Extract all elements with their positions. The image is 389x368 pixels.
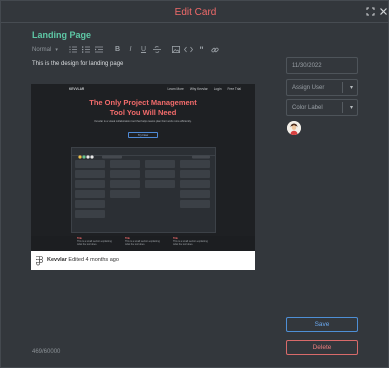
preview-nav-links: Learn More Why Kevvlar Login Free Trial (168, 87, 241, 91)
dialog-header: Edit Card (1, 1, 389, 23)
edit-card-dialog: Edit Card Landing Page Normal ▾ B I U " … (0, 0, 389, 368)
attachment-source-text: Kevvlar Edited 4 months ago (47, 257, 119, 263)
editor-toolbar: Normal ▾ B I U " (32, 44, 221, 55)
preview-nav-link: Why Kevvlar (189, 87, 208, 91)
preview-board-topbar (72, 148, 215, 159)
save-button[interactable]: Save (286, 317, 358, 332)
link-icon[interactable] (208, 45, 221, 55)
preview-feature-text: This is a small section explaining what … (173, 240, 208, 246)
attachment-preview-image[interactable]: KEVVLAR Learn More Why Kevvlar Login Fre… (31, 84, 255, 270)
preview-cta-button: Try Now (128, 132, 158, 138)
preview-kanban-board (71, 147, 216, 233)
preview-headline-1: The Only Project Management (89, 98, 197, 107)
expand-icon[interactable] (365, 7, 375, 17)
ordered-list-icon[interactable] (66, 45, 79, 55)
chevron-down-icon: ▾ (349, 85, 353, 91)
preview-navbar: KEVVLAR Learn More Why Kevvlar Login Fre… (31, 84, 255, 94)
preview-brand: KEVVLAR (69, 87, 85, 91)
underline-icon[interactable]: U (137, 45, 150, 55)
avatar[interactable] (287, 121, 301, 135)
preview-nav-link: Learn More (167, 87, 184, 91)
delete-button[interactable]: Delete (286, 340, 358, 355)
character-count: 469/60000 (32, 349, 61, 355)
quote-icon[interactable]: " (195, 45, 208, 55)
attachment-source-name: Kevvlar (47, 257, 67, 263)
preview-board-column (75, 160, 105, 230)
attachment-source-bar[interactable]: Kevvlar Edited 4 months ago (31, 251, 255, 270)
color-label-select[interactable]: Color Label ▾ (286, 99, 358, 116)
indent-icon[interactable] (92, 45, 105, 55)
bold-icon[interactable]: B (111, 45, 124, 55)
preview-board-column (180, 160, 210, 230)
preview-feature-text: This is a small section explaining what … (77, 240, 112, 246)
card-title[interactable]: Landing Page (32, 30, 91, 40)
preview-headline-2: Tool You Will Need (109, 108, 177, 117)
code-icon[interactable] (182, 45, 195, 55)
dialog-title: Edit Card (174, 7, 217, 18)
card-description[interactable]: This is the design for landing page (32, 61, 123, 67)
strikethrough-icon[interactable] (150, 45, 163, 55)
preview-subtext: Kevvlar is a visual collaboration tool t… (94, 120, 192, 123)
preview-feature-text: This is a small section explaining what … (125, 240, 160, 246)
italic-icon[interactable]: I (124, 45, 137, 55)
assign-user-label: Assign User (292, 85, 325, 91)
chevron-down-icon: ▾ (349, 105, 353, 111)
preview-nav-link: Free Trial (227, 87, 241, 91)
text-style-value: Normal (32, 46, 52, 53)
figma-icon (36, 256, 43, 266)
assign-user-select[interactable]: Assign User ▾ (286, 79, 358, 96)
close-icon[interactable] (378, 7, 388, 17)
due-date-field[interactable]: 11/30/2022 (286, 57, 358, 74)
preview-feature: Title This is a small section explaining… (173, 237, 209, 246)
preview-board-column (145, 160, 175, 230)
chevron-down-icon: ▾ (55, 46, 58, 53)
image-icon[interactable] (169, 45, 182, 55)
attachment-edited-time: Edited 4 months ago (68, 257, 119, 263)
preview-board-column (110, 160, 140, 230)
color-label-label: Color Label (292, 105, 323, 111)
preview-feature: Title This is a small section explaining… (77, 237, 113, 246)
bullet-list-icon[interactable] (79, 45, 92, 55)
preview-nav-link: Login (213, 87, 222, 91)
text-style-select[interactable]: Normal ▾ (32, 47, 66, 53)
preview-feature: Title This is a small section explaining… (125, 237, 161, 246)
